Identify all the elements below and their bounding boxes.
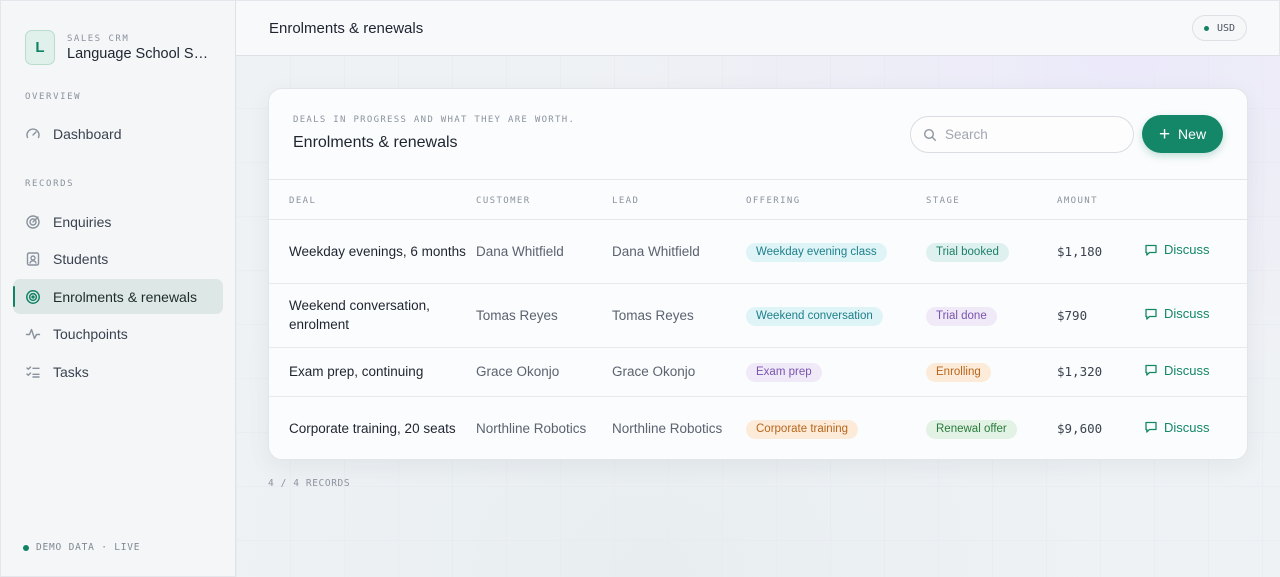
sidebar: L SALES CRM Language School Sales OVERVI… (0, 0, 236, 577)
sidebar-footer: DEMO DATA · LIVE (23, 542, 140, 553)
discuss-button[interactable]: Discuss (1144, 304, 1210, 323)
sidebar-item-tasks[interactable]: Tasks (13, 354, 223, 389)
deals-card: DEALS IN PROGRESS AND WHAT THEY ARE WORT… (268, 88, 1248, 460)
search-input[interactable] (945, 127, 1115, 142)
discuss-label: Discuss (1164, 242, 1210, 258)
sidebar-item-students[interactable]: Students (13, 242, 223, 277)
column-header-offering[interactable]: OFFERING (746, 180, 926, 220)
lead-name: Tomas Reyes (612, 283, 746, 348)
main-area: Enrolments & renewals USD DEALS IN PROGR… (236, 0, 1280, 577)
records-nav: Enquiries Students Enrolments & renewals… (1, 204, 235, 389)
customer-name: Tomas Reyes (476, 283, 612, 348)
sidebar-item-label: Enrolments & renewals (53, 288, 197, 305)
deal-name: Exam prep, continuing (269, 347, 476, 397)
sidebar-item-label: Touchpoints (53, 326, 128, 342)
sidebar-item-label: Students (53, 251, 109, 267)
deal-name: Weekend conversation, enrolment (269, 283, 476, 348)
column-header-customer[interactable]: CUSTOMER (476, 180, 612, 220)
deal-amount: $1,180 (1057, 219, 1144, 284)
deal-amount: $9,600 (1057, 420, 1103, 436)
table-row[interactable]: Corporate training, 20 seats Northline R… (269, 396, 1247, 459)
table-row[interactable]: Weekend conversation, enrolment Tomas Re… (269, 283, 1247, 348)
stage-badge: Renewal offer (926, 419, 1017, 439)
checklist-icon (25, 364, 41, 380)
stage-badge: Trial booked (926, 242, 1009, 262)
topbar: Enrolments & renewals USD (236, 0, 1280, 56)
deal-name: Corporate training, 20 seats (289, 420, 456, 436)
lead-name: Northline Robotics (612, 420, 723, 436)
column-header-deal[interactable]: DEAL (269, 180, 476, 220)
column-header-stage[interactable]: STAGE (926, 180, 1057, 220)
sidebar-item-enrolments-renewals[interactable]: Enrolments & renewals (13, 279, 223, 314)
sidebar-item-label: Tasks (53, 363, 89, 380)
sidebar-item-enquiries[interactable]: Enquiries (13, 204, 223, 239)
sidebar-item-label: Enquiries (53, 213, 112, 230)
discuss-button[interactable]: Discuss (1144, 418, 1210, 437)
search-icon (923, 128, 937, 142)
column-header-amount[interactable]: AMOUNT (1057, 180, 1144, 220)
page-title: Enrolments & renewals (269, 19, 424, 37)
sidebar-item-dashboard[interactable]: Dashboard (13, 116, 223, 151)
stage-badge: Trial done (926, 306, 997, 326)
new-button-label: New (1178, 126, 1207, 142)
deal-name: Weekday evenings, 6 months (269, 219, 476, 284)
live-status-dot (23, 544, 29, 551)
offering-tag: Corporate training (746, 419, 859, 439)
sidebar-item-touchpoints[interactable]: Touchpoints (13, 317, 223, 352)
offering-tag: Weekend conversation (746, 306, 883, 326)
demo-status-text: DEMO DATA · LIVE (36, 542, 141, 553)
discuss-button[interactable]: Discuss (1144, 361, 1210, 380)
comment-icon (1144, 243, 1158, 257)
discuss-label: Discuss (1164, 419, 1210, 435)
card-kicker: DEALS IN PROGRESS AND WHAT THEY ARE WORT… (293, 115, 576, 125)
comment-icon (1144, 420, 1158, 434)
overview-section-label: OVERVIEW (25, 92, 82, 102)
discuss-label: Discuss (1164, 362, 1210, 378)
offering-tag: Weekday evening class (746, 242, 887, 262)
target-icon (25, 214, 41, 230)
currency-status-dot (1203, 25, 1209, 31)
card-title: Enrolments & renewals (293, 134, 458, 151)
sidebar-item-label: Dashboard (53, 125, 122, 142)
stage-badge: Enrolling (926, 363, 991, 382)
brand-logo: L (25, 30, 55, 65)
comment-icon (1144, 307, 1158, 321)
records-section-label: RECORDS (25, 179, 75, 189)
activity-icon (25, 326, 41, 342)
lead-name: Grace Okonjo (612, 347, 746, 397)
column-header-lead[interactable]: LEAD (612, 180, 746, 220)
records-count: 4 / 4 RECORDS (268, 478, 351, 489)
bullseye-icon (25, 289, 41, 305)
discuss-button[interactable]: Discuss (1144, 240, 1210, 259)
lead-name: Dana Whitfield (612, 219, 746, 284)
plus-icon: + (1158, 123, 1171, 145)
discuss-label: Discuss (1164, 306, 1210, 322)
offering-tag: Exam prep (746, 363, 822, 382)
brand[interactable]: L SALES CRM Language School Sales (1, 1, 235, 65)
comment-icon (1144, 363, 1158, 377)
brand-kicker: SALES CRM (67, 33, 130, 44)
deal-amount: $790 (1057, 283, 1144, 348)
deal-amount: $1,320 (1057, 347, 1144, 397)
gauge-icon (25, 126, 41, 142)
table-row[interactable]: Weekday evenings, 6 months Dana Whitfiel… (269, 219, 1247, 284)
card-header: DEALS IN PROGRESS AND WHAT THEY ARE WORT… (269, 89, 1247, 180)
customer-name: Northline Robotics (476, 420, 587, 436)
new-button[interactable]: + New (1142, 115, 1223, 153)
column-header-actions (1144, 180, 1247, 220)
deals-table: DEAL CUSTOMER LEAD OFFERING STAGE AMOUNT… (269, 180, 1247, 459)
currency-selector[interactable]: USD (1191, 15, 1247, 41)
currency-label: USD (1216, 22, 1235, 34)
overview-nav: Dashboard (1, 116, 235, 151)
search-box[interactable] (910, 116, 1134, 153)
table-header-row: DEAL CUSTOMER LEAD OFFERING STAGE AMOUNT (269, 180, 1247, 220)
brand-name: Language School Sales (67, 45, 212, 62)
id-card-icon (25, 251, 41, 267)
customer-name: Grace Okonjo (476, 347, 612, 397)
customer-name: Dana Whitfield (476, 219, 612, 284)
table-row[interactable]: Exam prep, continuing Grace Okonjo Grace… (269, 347, 1247, 397)
